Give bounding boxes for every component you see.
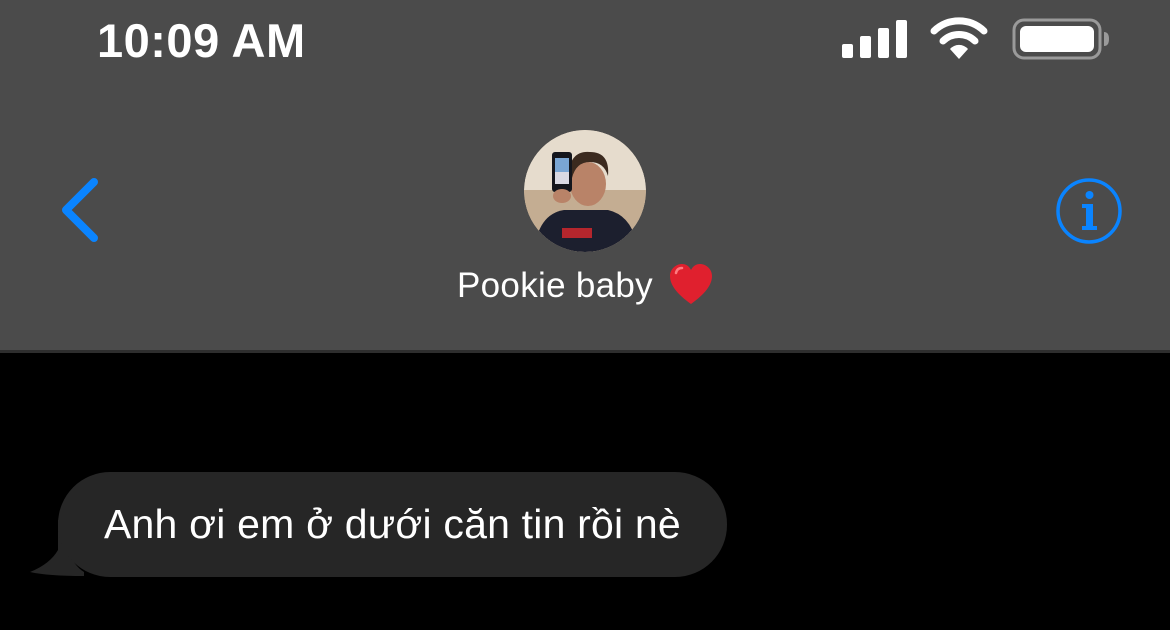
contact-name[interactable]: Pookie baby: [385, 262, 785, 310]
chevron-left-icon: [62, 178, 98, 242]
info-icon: [1056, 178, 1122, 244]
contact-name-label: Pookie baby: [457, 266, 653, 305]
battery-icon: [1012, 18, 1109, 60]
cellular-signal-icon: [842, 20, 907, 58]
info-button[interactable]: [1054, 176, 1124, 246]
incoming-message-bubble[interactable]: Anh ơi em ở dưới căn tin rồi nè: [58, 472, 727, 577]
header-divider: [0, 350, 1170, 353]
red-heart-icon: [669, 264, 712, 304]
message-text: Anh ơi em ở dưới căn tin rồi nè: [104, 501, 681, 547]
wifi-icon: [930, 17, 988, 59]
contact-avatar[interactable]: [524, 130, 646, 252]
back-button[interactable]: [50, 170, 110, 250]
status-time: 10:09 AM: [97, 14, 306, 67]
